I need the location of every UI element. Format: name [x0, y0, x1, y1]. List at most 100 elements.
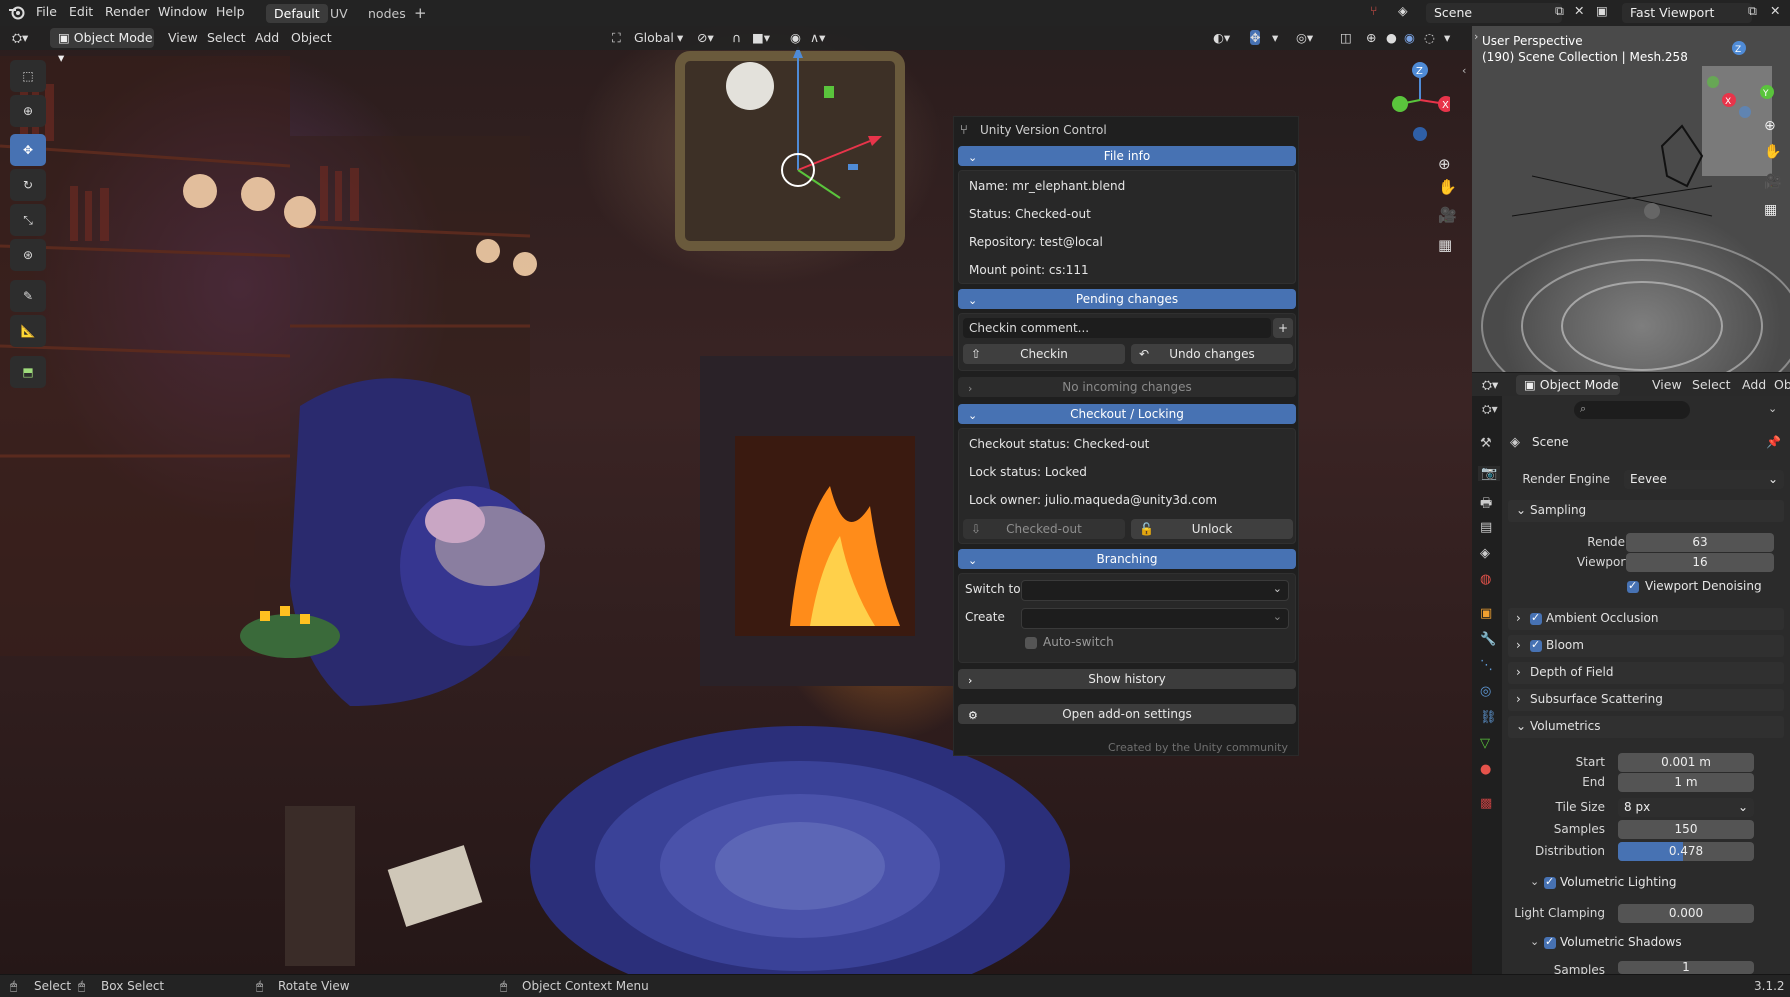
- transform-tool[interactable]: ⊛: [10, 239, 46, 271]
- unlock-button[interactable]: 🔓 Unlock: [1131, 519, 1293, 539]
- material-shading-icon[interactable]: ◉: [1404, 30, 1415, 45]
- physics-tab-icon[interactable]: ◎: [1480, 684, 1491, 699]
- select-box-tool[interactable]: ⬚: [10, 60, 46, 92]
- volumetric-lighting-checkbox[interactable]: [1544, 875, 1556, 889]
- scene-icon[interactable]: ◈: [1398, 3, 1408, 18]
- ambient-occlusion-checkbox[interactable]: [1530, 611, 1542, 625]
- zoom-icon[interactable]: ⊕: [1764, 118, 1776, 134]
- volumetrics-panel-header[interactable]: ⌄ Volumetrics: [1508, 716, 1784, 738]
- camera-icon[interactable]: 🎥: [1764, 174, 1781, 190]
- sampling-panel-header[interactable]: ⌄ Sampling: [1508, 500, 1784, 522]
- mini-menu-object[interactable]: Obje: [1774, 377, 1790, 392]
- add-comment-button[interactable]: +: [1273, 318, 1293, 338]
- xray-icon[interactable]: ◫: [1340, 30, 1352, 45]
- checkin-comment-input[interactable]: Checkin comment...: [963, 318, 1271, 338]
- blender-logo-icon[interactable]: [8, 3, 26, 24]
- editor-type-icon[interactable]: ⛭▾: [1482, 377, 1498, 393]
- light-clamping-field[interactable]: 0.000: [1618, 904, 1754, 923]
- distribution-slider[interactable]: 0.478: [1618, 842, 1754, 861]
- orientation-chevron-icon[interactable]: ▾: [677, 30, 683, 45]
- subsurface-scattering-panel[interactable]: › Subsurface Scattering: [1508, 689, 1784, 711]
- branching-header[interactable]: ⌄ Branching: [958, 549, 1296, 569]
- pin-icon[interactable]: 📌: [1766, 435, 1781, 449]
- chevron-down-icon[interactable]: ⌄: [1768, 402, 1777, 415]
- scene-selector[interactable]: Scene: [1426, 3, 1562, 23]
- create-branch-input[interactable]: ⌄: [1021, 608, 1289, 629]
- overlay-icon[interactable]: ◎▾: [1296, 30, 1313, 45]
- branch-icon[interactable]: ⑂: [1370, 3, 1378, 18]
- snap-icon[interactable]: ∩: [732, 30, 741, 45]
- file-info-header[interactable]: ⌄ File info: [958, 146, 1296, 166]
- close-viewlayer-icon[interactable]: ✕: [1770, 3, 1780, 18]
- bloom-checkbox[interactable]: [1530, 638, 1542, 652]
- checkout-locking-header[interactable]: ⌄ Checkout / Locking: [958, 404, 1296, 424]
- vol-start-field[interactable]: 0.001 m: [1618, 753, 1754, 772]
- constraints-tab-icon[interactable]: ⛓: [1480, 710, 1497, 725]
- viewport-menu-view[interactable]: View: [168, 30, 198, 45]
- menu-window[interactable]: Window: [158, 4, 207, 19]
- expand-icon[interactable]: ›: [1474, 30, 1478, 43]
- vol-samples-field[interactable]: 150: [1618, 820, 1754, 839]
- viewport-menu-add[interactable]: Add: [255, 30, 279, 45]
- navigation-gizmo[interactable]: Z X: [1380, 58, 1450, 148]
- render-samples-field[interactable]: 63: [1626, 533, 1774, 552]
- copy-scene-icon[interactable]: ⧉: [1555, 3, 1564, 19]
- chevron-down-icon[interactable]: ⌄: [1530, 935, 1539, 948]
- zoom-icon[interactable]: ⊕: [1438, 155, 1451, 173]
- pan-hand-icon[interactable]: ✋: [1764, 144, 1781, 160]
- render-engine-dropdown[interactable]: Eevee ⌄: [1624, 470, 1784, 489]
- render-tab-icon[interactable]: 📷: [1478, 466, 1501, 481]
- mini-mode-selector[interactable]: ▣ Object Mode ▾: [1516, 375, 1620, 412]
- grid-view-icon[interactable]: ▦: [1438, 236, 1452, 254]
- texture-tab-icon[interactable]: ▩: [1480, 796, 1492, 811]
- vol-end-field[interactable]: 1 m: [1618, 773, 1754, 792]
- menu-file[interactable]: File: [36, 4, 57, 19]
- shadow-samples-field[interactable]: 1: [1618, 961, 1754, 974]
- shading-dropdown-icon[interactable]: ▾: [1444, 30, 1450, 45]
- copy-viewlayer-icon[interactable]: ⧉: [1748, 3, 1757, 19]
- pending-changes-header[interactable]: ⌄ Pending changes: [958, 289, 1296, 309]
- cursor-tool[interactable]: ⊕: [10, 95, 46, 127]
- viewport-denoising-checkbox[interactable]: [1627, 579, 1639, 593]
- chevron-down-icon[interactable]: ⌄: [1530, 875, 1539, 888]
- undo-changes-button[interactable]: ↶ Undo changes: [1131, 344, 1293, 364]
- viewlayer-selector[interactable]: Fast Viewport: [1622, 3, 1752, 23]
- rotate-tool[interactable]: ↻: [10, 169, 46, 201]
- mode-selector[interactable]: ▣ Object Mode ▾: [50, 28, 154, 65]
- orientation-icon[interactable]: ⛶: [612, 30, 621, 46]
- transform-orientation-dropdown[interactable]: Global: [634, 30, 674, 45]
- scale-tool[interactable]: ⤡: [10, 204, 46, 236]
- open-settings-button[interactable]: ⚙ Open add-on settings: [958, 704, 1296, 724]
- viewlayer-icon[interactable]: ▣: [1596, 3, 1608, 18]
- auto-switch-checkbox[interactable]: [1025, 637, 1037, 649]
- checkin-button[interactable]: ⇧ Checkin: [963, 344, 1125, 364]
- incoming-changes-header[interactable]: › No incoming changes: [958, 377, 1296, 397]
- grid-view-icon[interactable]: ▦: [1764, 202, 1777, 218]
- tab-default[interactable]: Default: [266, 4, 328, 23]
- menu-edit[interactable]: Edit: [69, 4, 93, 19]
- volumetric-shadows-checkbox[interactable]: [1544, 935, 1556, 949]
- view-layer-tab-icon[interactable]: ▤: [1480, 520, 1492, 535]
- wireframe-shading-icon[interactable]: ⊕: [1366, 30, 1376, 45]
- ambient-occlusion-panel[interactable]: › Ambient Occlusion: [1508, 608, 1784, 630]
- mini-menu-view[interactable]: View: [1652, 377, 1682, 392]
- switch-to-dropdown[interactable]: ⌄: [1021, 580, 1289, 601]
- mini-navigation-gizmo[interactable]: Z Y X: [1687, 40, 1787, 120]
- close-scene-icon[interactable]: ✕: [1574, 3, 1584, 18]
- world-tab-icon[interactable]: ◍: [1480, 572, 1491, 587]
- output-tab-icon[interactable]: 🖶: [1480, 494, 1492, 516]
- measure-tool[interactable]: 📐: [10, 315, 46, 347]
- secondary-viewport[interactable]: User Perspective (190) Scene Collection …: [1472, 26, 1790, 372]
- camera-icon[interactable]: 🎥: [1438, 206, 1457, 224]
- add-workspace-button[interactable]: +: [406, 4, 435, 23]
- viewport-menu-object[interactable]: Object: [291, 30, 332, 45]
- mini-menu-add[interactable]: Add: [1742, 377, 1766, 392]
- proportional-edit-icon[interactable]: ◉: [790, 30, 801, 45]
- rendered-shading-icon[interactable]: ◌: [1424, 30, 1435, 45]
- gizmo-toggle-icon[interactable]: ✥: [1250, 30, 1261, 45]
- snap-target-icon[interactable]: ■▾: [752, 30, 770, 45]
- depth-of-field-panel[interactable]: › Depth of Field: [1508, 662, 1784, 684]
- move-tool[interactable]: ✥: [10, 134, 46, 166]
- collapse-sidebar-icon[interactable]: ‹: [1462, 64, 1466, 77]
- visibility-icon[interactable]: ◐▾: [1213, 30, 1230, 45]
